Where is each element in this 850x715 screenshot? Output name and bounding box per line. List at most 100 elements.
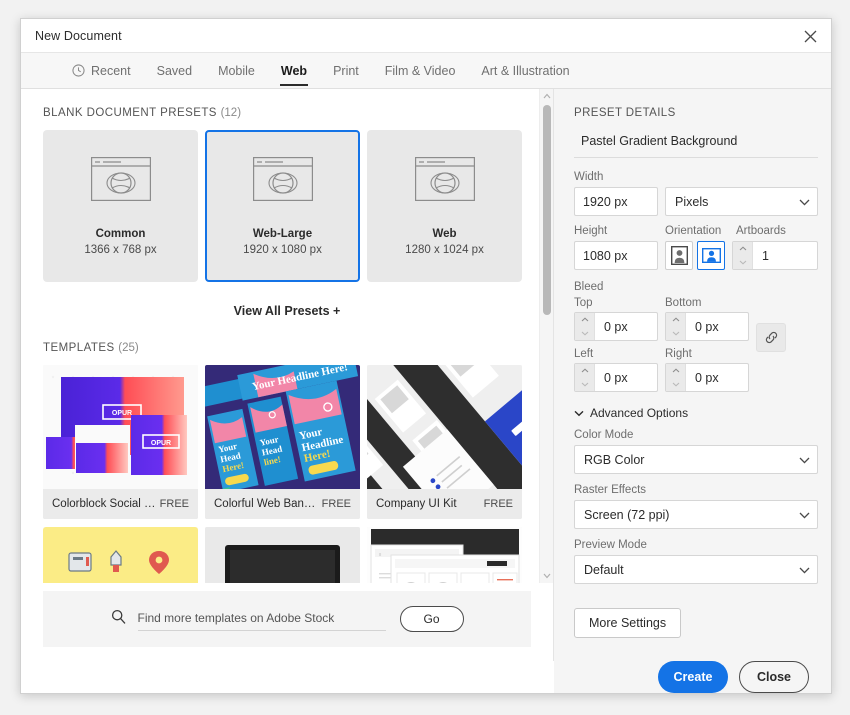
template-price: FREE [159, 498, 189, 510]
advanced-options-label: Advanced Options [590, 406, 689, 420]
tab-saved[interactable]: Saved [144, 53, 205, 88]
preset-card-web[interactable]: Web 1280 x 1024 px [367, 130, 522, 282]
tab-print[interactable]: Print [320, 53, 372, 88]
preview-mode-value: Default [584, 562, 624, 577]
width-input[interactable] [574, 187, 658, 216]
preview-mode-label: Preview Mode [574, 539, 647, 551]
svg-text:OPUR: OPUR [112, 410, 132, 417]
bleed-bottom-label: Bottom [665, 297, 702, 309]
preset-details-panel: PRESET DETAILS Width Pixels [554, 89, 831, 661]
orientation-landscape-button[interactable] [697, 241, 725, 270]
artboards-stepper[interactable]: 1 [732, 241, 818, 270]
page-title: New Document [35, 28, 122, 43]
preset-name: Web-Large [252, 227, 313, 240]
template-thumbnail: Your Headline Here! Your Head Here! Your… [205, 365, 360, 489]
preset-card-web-large[interactable]: Web-Large 1920 x 1080 px [205, 130, 360, 282]
footer-actions: Create Close [554, 661, 831, 693]
scrollbar-thumb[interactable] [543, 105, 551, 315]
preview-mode-group: Preview Mode Default [574, 539, 818, 584]
chevron-down-icon [574, 406, 584, 420]
blank-presets-heading-label: BLANK DOCUMENT PRESETS [43, 107, 217, 119]
bleed-bottom-value[interactable]: 0 px [686, 313, 748, 340]
color-mode-group: Color Mode RGB Color [574, 429, 818, 474]
bleed-top-value[interactable]: 0 px [595, 313, 657, 340]
stepper-up-icon[interactable] [733, 242, 752, 256]
category-tabs: Recent Saved Mobile Web Print Film & Vid… [21, 52, 831, 89]
create-button[interactable]: Create [658, 661, 728, 693]
tab-recent[interactable]: Recent [59, 53, 144, 88]
template-thumbnail: 17 [43, 527, 198, 583]
stepper-up-icon[interactable] [575, 364, 594, 378]
raster-effects-value: Screen (72 ppi) [584, 507, 670, 522]
preset-card-list: Common 1366 x 768 px Web-Large 1920 x 10… [43, 130, 531, 282]
bleed-link-wrap [756, 297, 786, 352]
view-all-presets-button[interactable]: View All Presets + [43, 304, 531, 318]
bleed-left-right-labels: Left Right [574, 348, 749, 363]
units-select[interactable]: Pixels [665, 187, 818, 216]
scroll-up-arrow-icon[interactable] [543, 89, 551, 103]
presets-scroll-area: BLANK DOCUMENT PRESETS (12) Common 1366 … [21, 89, 553, 583]
stepper-down-icon[interactable] [666, 327, 685, 341]
tab-film-and-video[interactable]: Film & Video [372, 53, 469, 88]
more-settings-button[interactable]: More Settings [574, 608, 682, 638]
template-card-colorful-web-banners[interactable]: Your Headline Here! Your Head Here! Your… [205, 365, 360, 519]
preview-mode-select[interactable]: Default [574, 555, 818, 584]
bleed-right-value[interactable]: 0 px [686, 364, 748, 391]
stepper-up-icon[interactable] [666, 313, 685, 327]
template-price: FREE [321, 498, 351, 510]
template-thumbnail: OPUR OPUR [43, 365, 198, 489]
raster-effects-select[interactable]: Screen (72 ppi) [574, 500, 818, 529]
footer-left-spacer [21, 661, 554, 693]
stepper-down-icon[interactable] [575, 327, 594, 341]
blank-presets-heading: BLANK DOCUMENT PRESETS (12) [43, 107, 531, 119]
clock-icon [72, 64, 85, 77]
tab-web[interactable]: Web [268, 53, 320, 88]
template-card-monitor-mockup[interactable] [205, 527, 360, 583]
raster-effects-group: Raster Effects Screen (72 ppi) [574, 484, 818, 529]
preset-card-common[interactable]: Common 1366 x 768 px [43, 130, 198, 282]
tab-mobile[interactable]: Mobile [205, 53, 268, 88]
bleed-left-value[interactable]: 0 px [595, 364, 657, 391]
tab-label-film-video: Film & Video [384, 63, 456, 78]
bleed-left-right-inputs: 0 px 0 px [574, 363, 749, 392]
stepper-up-icon[interactable] [666, 364, 685, 378]
close-button[interactable]: Close [739, 661, 809, 693]
preset-name-input[interactable] [574, 131, 818, 158]
stock-search-input[interactable] [137, 607, 386, 631]
template-card-flat-icons[interactable]: 17 [43, 527, 198, 583]
stock-go-button[interactable]: Go [399, 606, 464, 632]
scrollbar-track[interactable] [540, 103, 553, 569]
artboards-value[interactable]: 1 [753, 242, 817, 269]
bleed-right-stepper[interactable]: 0 px [665, 363, 749, 392]
scroll-down-arrow-icon[interactable] [543, 569, 551, 583]
stepper-up-icon[interactable] [575, 313, 594, 327]
tab-art-and-illustration[interactable]: Art & Illustration [468, 53, 582, 88]
width-row: Pixels [574, 187, 818, 216]
bleed-bottom-stepper[interactable]: 0 px [665, 312, 749, 341]
width-field-group: Width Pixels [574, 171, 818, 216]
color-mode-select-wrap: RGB Color [574, 445, 818, 474]
template-card-colorblock-social-media[interactable]: OPUR OPUR Colorblock Social Me... FREE [43, 365, 198, 519]
orientation-portrait-button[interactable] [665, 241, 693, 270]
link-icon[interactable] [756, 323, 786, 352]
color-mode-select[interactable]: RGB Color [574, 445, 818, 474]
height-label: Height [574, 225, 608, 237]
stepper-down-icon[interactable] [666, 378, 685, 392]
advanced-options-toggle[interactable]: Advanced Options [574, 406, 818, 420]
color-mode-label: Color Mode [574, 429, 634, 441]
raster-effects-label: Raster Effects [574, 484, 647, 496]
bleed-top-stepper[interactable]: 0 px [574, 312, 658, 341]
template-card-company-ui-kit[interactable]: Company UI Kit FREE [367, 365, 522, 519]
stepper-down-icon[interactable] [733, 256, 752, 270]
stepper-down-icon[interactable] [575, 378, 594, 392]
bleed-label: Bleed [574, 281, 604, 293]
landscape-icon [701, 248, 721, 263]
close-icon[interactable] [797, 23, 823, 49]
bleed-left-label: Left [574, 348, 594, 360]
dialog-body: BLANK DOCUMENT PRESETS (12) Common 1366 … [21, 89, 831, 661]
presets-scrollbar[interactable] [539, 89, 553, 583]
preset-name: Common [95, 227, 146, 240]
bleed-left-stepper[interactable]: 0 px [574, 363, 658, 392]
height-input[interactable] [574, 241, 658, 270]
template-card-dashboard-ui[interactable]: ≡ Short Topic [367, 527, 522, 583]
